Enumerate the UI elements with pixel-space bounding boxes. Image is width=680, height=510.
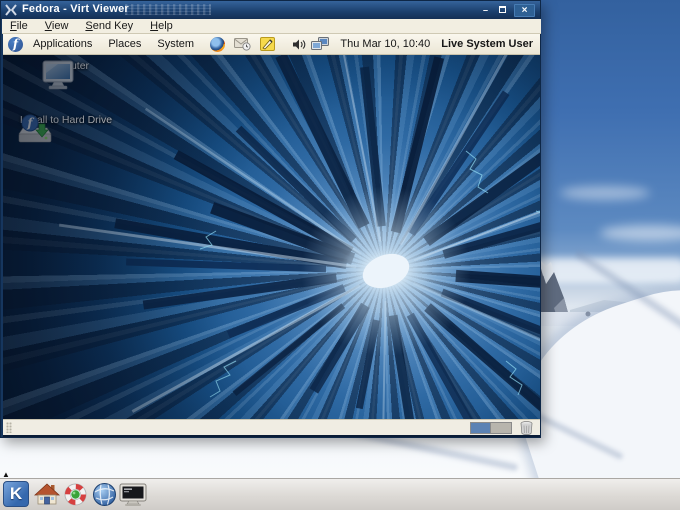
close-button[interactable]: ×	[514, 4, 535, 17]
guest-menu-places[interactable]: Places	[108, 38, 141, 50]
firefox-launcher-icon[interactable]	[210, 37, 225, 52]
workspace-1[interactable]	[470, 422, 491, 434]
desktop-icon-install[interactable]: f Install to Hard Drive	[17, 114, 115, 126]
desktop-icon-computer[interactable]: Computer	[41, 60, 91, 72]
volume-icon[interactable]	[292, 38, 306, 51]
cloud	[600, 225, 680, 241]
menu-help[interactable]: Help	[150, 20, 173, 32]
workspace-2[interactable]	[491, 422, 512, 434]
menubar: File View Send Key Help	[2, 19, 541, 34]
cloud	[560, 186, 650, 200]
evolution-mail-icon[interactable]	[234, 37, 251, 51]
notes-launcher-icon[interactable]	[260, 37, 275, 51]
titlebar[interactable]: Fedora - Virt Viewer – ×	[1, 1, 540, 19]
home-launcher[interactable]	[34, 482, 60, 506]
menu-send-key[interactable]: Send Key	[85, 20, 133, 32]
konqueror-launcher[interactable]	[92, 482, 117, 507]
guest-menu-applications[interactable]: Applications	[33, 38, 92, 50]
fedora-menu-icon[interactable]: f	[8, 37, 23, 52]
terminal-launcher[interactable]	[119, 483, 147, 507]
render-artifact	[125, 4, 211, 15]
maximize-icon	[499, 6, 506, 13]
menu-view[interactable]: View	[45, 20, 69, 32]
guest-menu-system[interactable]: System	[157, 38, 194, 50]
guest-wallpaper: Computer f Install to Hard Drive	[3, 55, 540, 419]
maximize-button[interactable]	[495, 4, 510, 17]
guest-top-panel: f Applications Places System	[3, 34, 540, 55]
virt-viewer-window: Fedora - Virt Viewer – × File View Send …	[0, 0, 541, 438]
virt-viewer-icon	[5, 4, 17, 16]
guest-user-menu[interactable]: Live System User	[441, 38, 533, 50]
svg-text:f: f	[26, 116, 34, 130]
install-to-hard-drive-icon: f	[17, 114, 53, 145]
window-title: Fedora - Virt Viewer	[22, 3, 129, 15]
minimize-button[interactable]: –	[478, 4, 493, 17]
network-icon[interactable]	[311, 37, 330, 51]
trash-icon[interactable]	[520, 421, 533, 435]
wallpaper-burst	[3, 55, 540, 419]
desktop-screen: Fedora - Virt Viewer – × File View Send …	[0, 0, 680, 510]
host-taskbar: K	[0, 478, 680, 510]
computer-icon	[41, 60, 75, 91]
guest-display[interactable]: f Applications Places System	[3, 34, 540, 437]
guest-bottom-panel	[3, 419, 540, 435]
help-launcher[interactable]	[63, 482, 88, 507]
menu-file[interactable]: File	[10, 20, 28, 32]
guest-clock[interactable]: Thu Mar 10, 10:40	[340, 38, 430, 50]
kmenu-button[interactable]: K	[3, 481, 29, 507]
panel-corner-arrow-icon[interactable]: ▲	[2, 470, 10, 479]
panel-drag-handle[interactable]	[6, 422, 12, 433]
close-icon: ×	[522, 5, 528, 16]
